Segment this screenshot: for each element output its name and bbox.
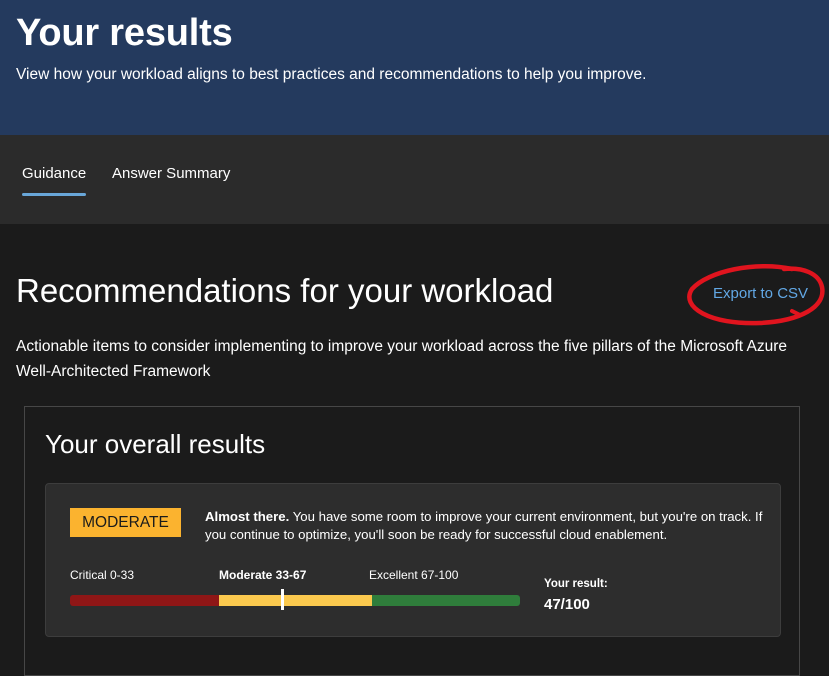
recommendations-description: Actionable items to consider implementin… [16,338,788,380]
score-message-bold: Almost there. [205,509,290,524]
recommendations-title: Recommendations for your workload [16,272,554,309]
range-label-moderate: Moderate 33-67 [219,568,307,582]
range-label-excellent: Excellent 67-100 [369,568,459,582]
page-header: Your results View how your workload alig… [0,0,829,135]
score-segment-moderate [218,595,372,606]
overall-results-title: Your overall results [45,429,266,459]
score-bar [70,595,520,606]
score-segment-excellent [371,595,520,606]
result-value: 47/100 [544,596,590,613]
score-panel: MODERATE Almost there. You have some roo… [45,483,781,637]
result-label: Your result: [544,578,608,590]
score-marker [280,589,284,610]
status-badge: MODERATE [70,508,181,537]
score-segment-critical [70,595,219,606]
page-subtitle: View how your workload aligns to best pr… [16,66,647,83]
score-message-body: You have some room to improve your curre… [205,509,763,542]
red-annotation-circle [687,264,825,326]
tab-guidance[interactable]: Guidance [22,165,87,196]
page-title: Your results [16,12,233,54]
tab-answer-summary[interactable]: Answer Summary [112,165,230,182]
tab-bar: Guidance Answer Summary [0,135,829,224]
overall-results-card: Your overall results MODERATE Almost the… [24,406,800,676]
score-message: Almost there. You have some room to impr… [205,508,765,544]
range-label-critical: Critical 0-33 [70,568,135,582]
